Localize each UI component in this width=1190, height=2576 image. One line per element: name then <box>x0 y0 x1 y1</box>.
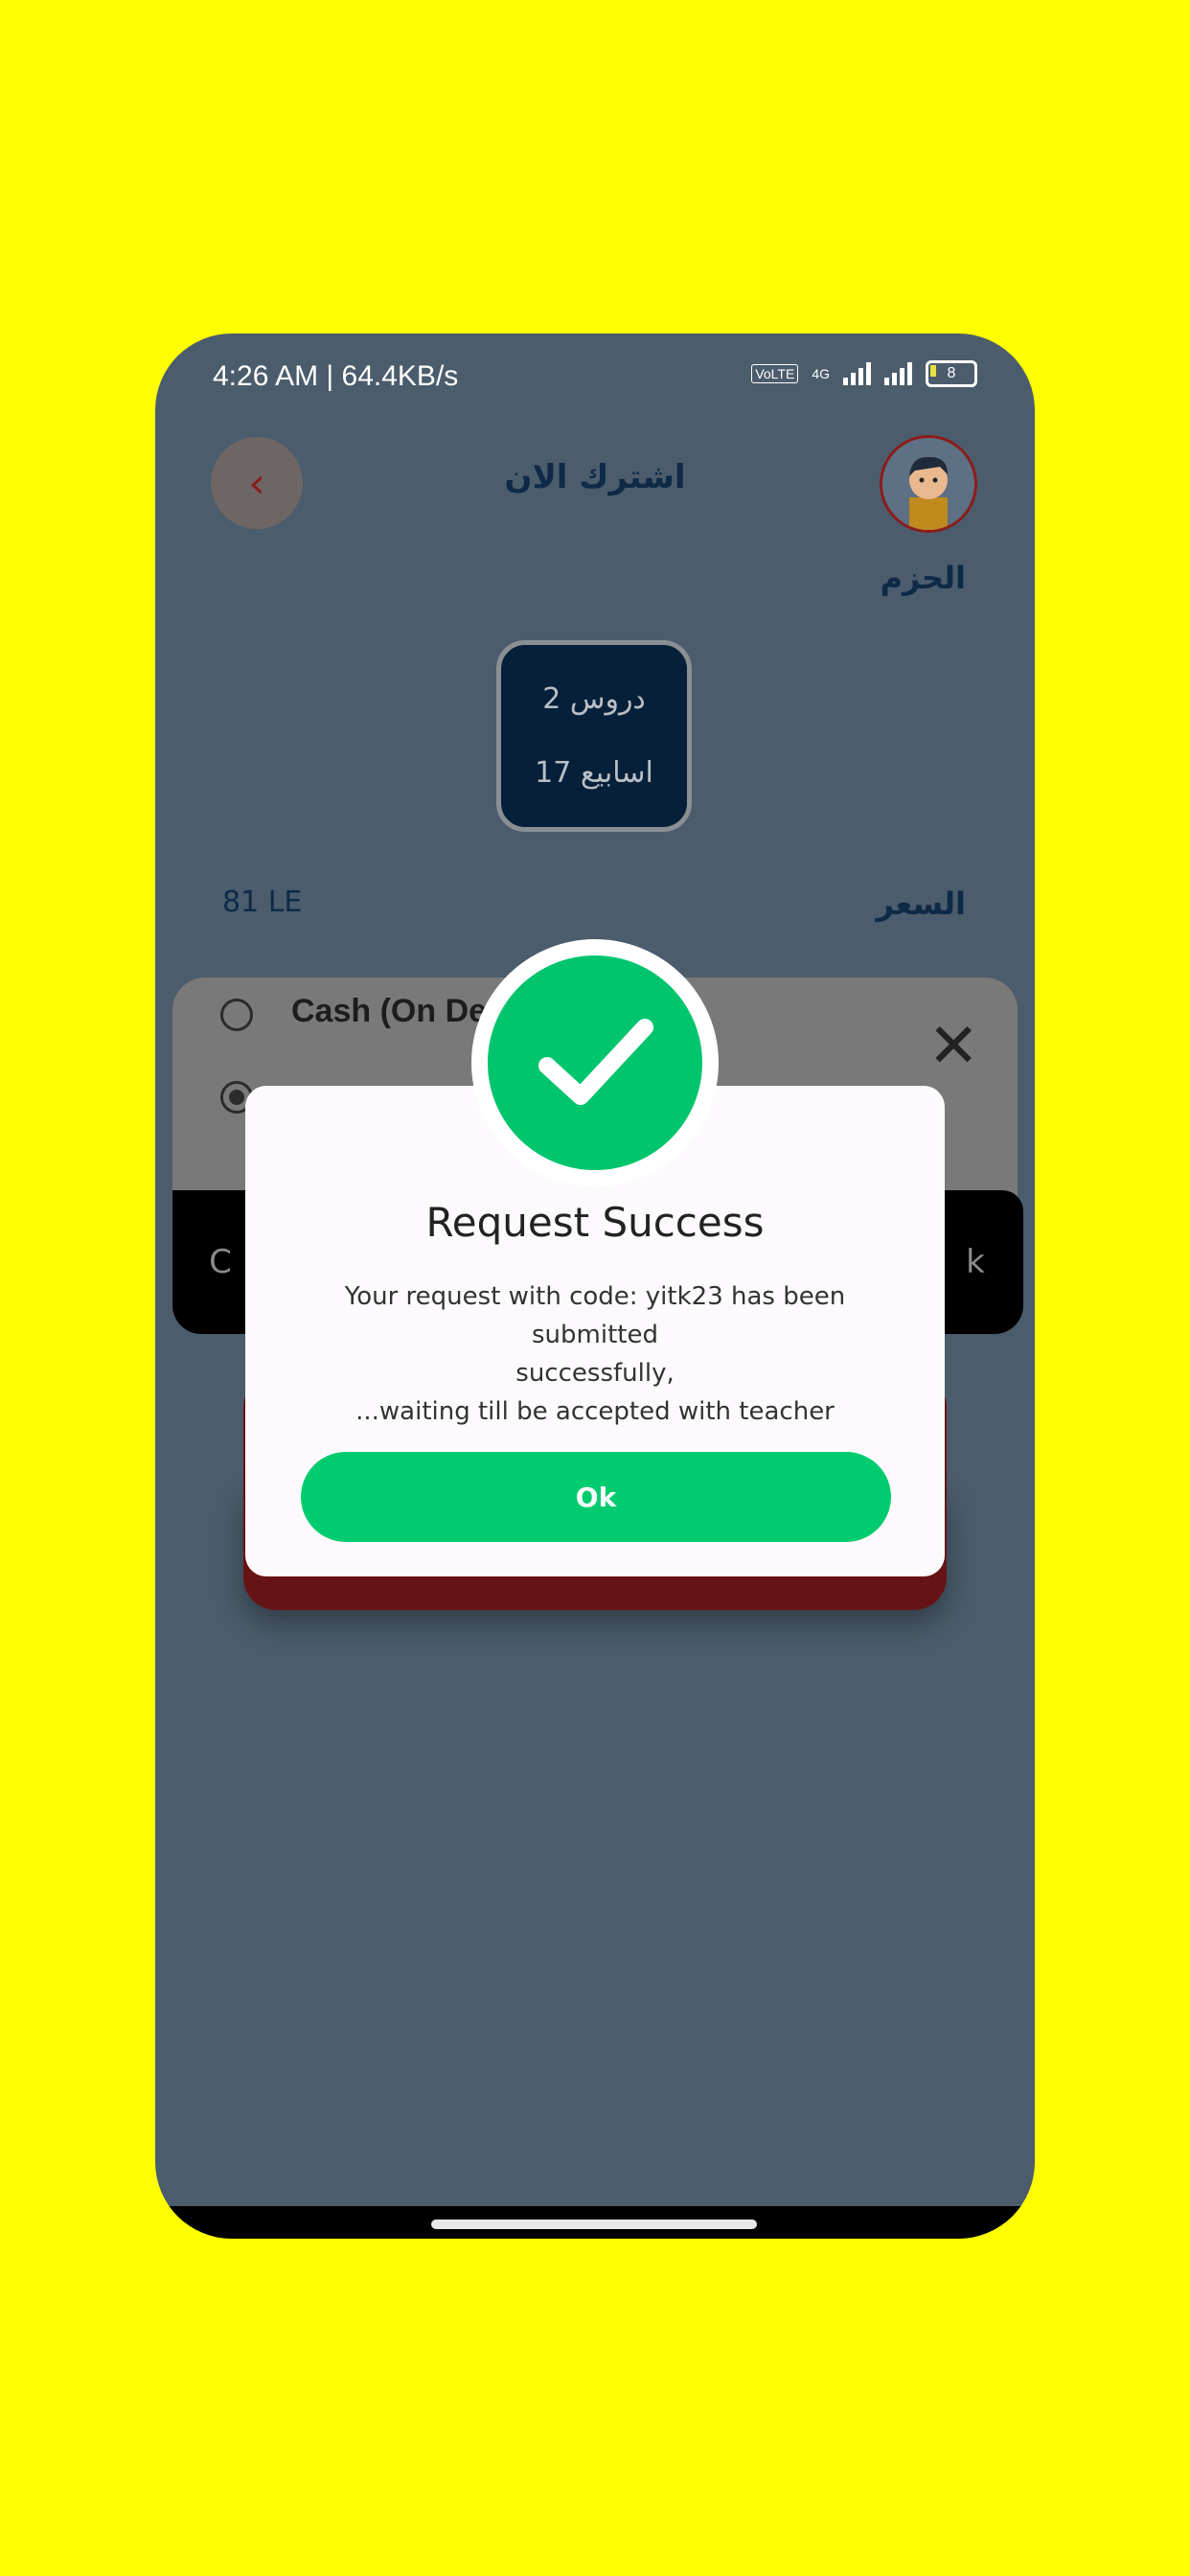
signal-icon <box>843 362 871 385</box>
packages-label: الحزم <box>880 560 966 596</box>
sheet-ok-label: k <box>966 1243 985 1281</box>
status-icons: VoLTE 4G 8 <box>751 360 977 387</box>
success-badge <box>471 939 719 1186</box>
dialog-message: Your request with code: yitk23 has been … <box>284 1277 906 1431</box>
dialog-message-line3: ...waiting till be accepted with teacher <box>355 1397 835 1426</box>
network-gen-label: 4G <box>812 366 830 381</box>
price-label: السعر <box>876 886 966 922</box>
package-lessons: دروس 2 <box>542 682 646 716</box>
ok-button[interactable]: Ok <box>301 1452 891 1542</box>
dialog-message-line2: successfully, <box>515 1359 675 1388</box>
status-time: 4:26 AM | 64.4KB/s <box>213 360 459 392</box>
dialog-title: Request Success <box>425 1199 765 1246</box>
volte-icon: VoLTE <box>751 364 799 383</box>
battery-level: 8 <box>947 365 956 381</box>
phone-screen: 4:26 AM | 64.4KB/s VoLTE 4G 8 ‹ اشترك ال… <box>155 334 1035 2239</box>
avatar[interactable] <box>880 435 977 533</box>
check-icon <box>488 955 702 1170</box>
sheet-cancel-label: C <box>209 1243 232 1281</box>
battery-icon: 8 <box>926 360 977 387</box>
package-card[interactable]: دروس 2 اسابيع 17 <box>496 640 692 832</box>
package-weeks: اسابيع 17 <box>535 756 653 790</box>
navigation-bar <box>155 2206 1035 2239</box>
signal-icon-2 <box>884 362 912 385</box>
app-header: ‹ اشترك الان <box>155 420 1035 535</box>
home-indicator[interactable] <box>431 2220 757 2229</box>
radio-cash[interactable] <box>220 999 253 1031</box>
close-icon[interactable]: ✕ <box>927 1016 979 1077</box>
status-bar: 4:26 AM | 64.4KB/s VoLTE 4G 8 <box>155 334 1035 420</box>
avatar-icon <box>882 438 974 530</box>
price-value: 81 LE <box>222 886 303 919</box>
dialog-message-line1: Your request with code: yitk23 has been … <box>344 1282 846 1349</box>
payment-option-cash[interactable]: Cash (On De <box>291 993 487 1030</box>
